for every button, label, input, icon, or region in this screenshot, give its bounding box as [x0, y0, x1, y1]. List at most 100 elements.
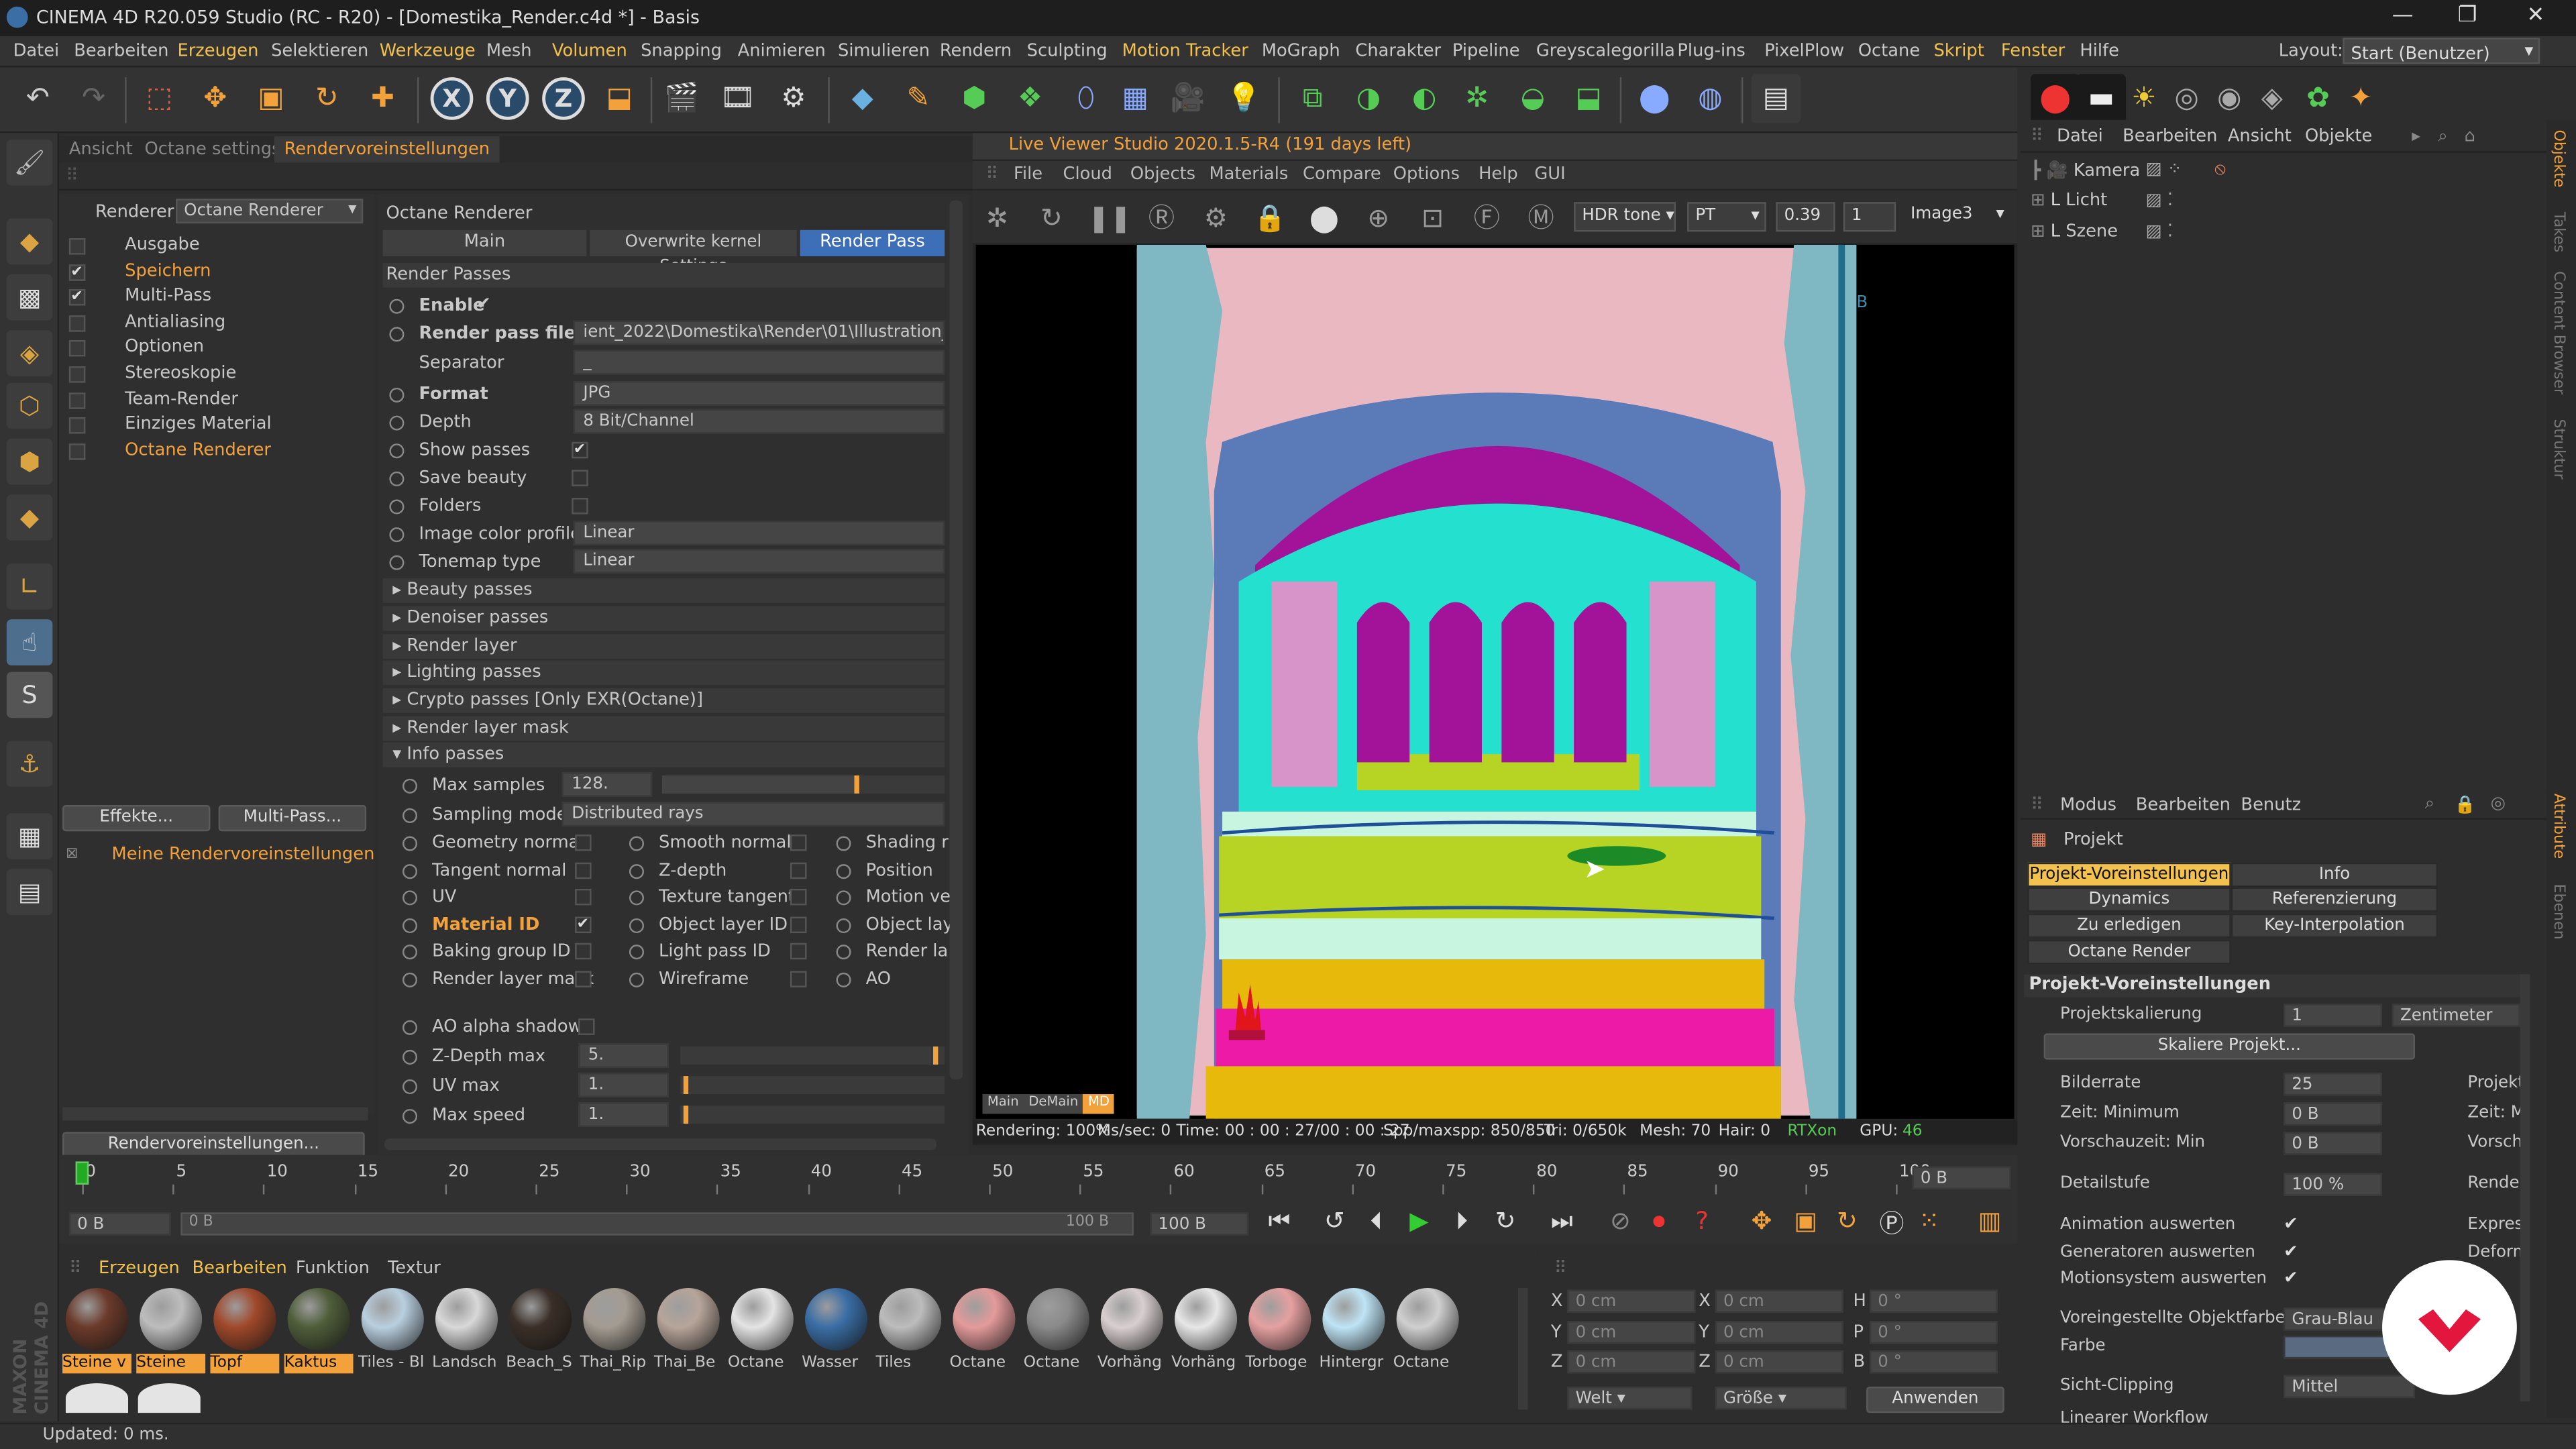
menu-hilfe[interactable]: Hilfe: [2080, 41, 2119, 60]
settings-gear-icon[interactable]: ⚙: [1197, 201, 1234, 237]
model-mode-icon[interactable]: ◆: [6, 218, 53, 265]
menu-selektieren[interactable]: Selektieren: [271, 41, 368, 60]
animate-dot-icon[interactable]: [629, 890, 645, 906]
group-info-passes[interactable]: ▾ Info passes: [382, 742, 945, 767]
menu-erzeugen[interactable]: Erzeugen: [177, 41, 258, 60]
depth-select[interactable]: 8 Bit/Channel: [573, 409, 945, 434]
tree-item[interactable]: Stereoskopie: [59, 363, 371, 388]
material-item[interactable]: Thai_Rip: [580, 1288, 649, 1387]
restart-render-icon[interactable]: ↻: [1033, 201, 1069, 237]
animate-dot-icon[interactable]: [389, 299, 405, 314]
material-item[interactable]: Vorhäng: [1097, 1288, 1167, 1387]
tree-item[interactable]: Einziges Material: [59, 415, 371, 439]
redo-icon[interactable]: ↷: [69, 74, 118, 123]
material-item[interactable]: Topf: [210, 1288, 280, 1387]
attr-menu-benutz[interactable]: Benutz: [2241, 795, 2301, 814]
octane-sun-icon[interactable]: ☀: [2119, 74, 2168, 123]
autokey-icon[interactable]: ⏺: [1653, 1206, 1665, 1236]
mograph-fracture-icon[interactable]: ◑: [1344, 74, 1393, 123]
coord-field[interactable]: 0 cm: [1567, 1350, 1696, 1374]
mograph-cloner-icon[interactable]: ⧉: [1288, 74, 1337, 123]
image-color-profile-select[interactable]: Linear: [573, 521, 945, 546]
material-thumb-extra[interactable]: [138, 1383, 201, 1413]
pass-option-checkbox[interactable]: ✔: [575, 916, 592, 933]
tree-item[interactable]: Antialiasing: [59, 312, 371, 337]
attr-checkbox[interactable]: ✔: [2284, 1214, 2298, 1234]
pass-option-checkbox[interactable]: [790, 861, 807, 879]
dock-tab-struktur[interactable]: Struktur: [2550, 419, 2566, 479]
obj-menu-ansicht[interactable]: Ansicht: [2228, 127, 2292, 146]
workplane-grid-icon[interactable]: ▦: [6, 813, 53, 859]
protection-tag-icon[interactable]: ⦸: [2214, 160, 2226, 181]
target-icon[interactable]: ◎: [2491, 794, 2506, 813]
tree-item[interactable]: Ausgabe: [59, 235, 371, 260]
menu-octane[interactable]: Octane: [1858, 41, 1920, 60]
obj-menu-objekte[interactable]: Objekte: [2305, 127, 2372, 146]
pass-option-checkbox[interactable]: [790, 971, 807, 987]
obj-menu-bearbeiten[interactable]: Bearbeiten: [2123, 127, 2217, 146]
settings-scrollbar[interactable]: [949, 200, 963, 1079]
dock-tab-attribute[interactable]: Attribute: [2550, 794, 2566, 859]
menu-greyscalegorilla[interactable]: Greyscalegorilla: [1536, 41, 1675, 60]
axis-mode-icon[interactable]: ∟: [6, 564, 53, 610]
animate-dot-icon[interactable]: [402, 1020, 418, 1035]
material-item[interactable]: Landsch: [432, 1288, 501, 1387]
goto-start-icon[interactable]: ⏮: [1269, 1206, 1291, 1236]
animate-dot-icon[interactable]: [836, 972, 851, 987]
y-axis-lock-icon[interactable]: Y: [486, 77, 529, 120]
edit-render-settings-icon[interactable]: ⚙: [769, 74, 818, 123]
volume-mesher-icon[interactable]: ◍: [1686, 74, 1735, 123]
material-scrollbar[interactable]: [1517, 1288, 1528, 1410]
mat-menu-bearbeiten[interactable]: Bearbeiten: [193, 1258, 287, 1278]
volume-builder-icon[interactable]: ⬤: [1629, 74, 1678, 123]
menu-volumen[interactable]: Volumen: [552, 41, 627, 60]
octane-settings-icon[interactable]: ▬: [2076, 74, 2127, 123]
animate-dot-icon[interactable]: [389, 327, 405, 342]
visibility-icon[interactable]: ▨ ⁚: [2145, 222, 2173, 241]
viewer-menu-cloud[interactable]: Cloud: [1063, 164, 1112, 184]
tab-render-pass[interactable]: Render Pass: [800, 229, 945, 257]
octane-material-icon[interactable]: ◉: [2205, 74, 2254, 123]
key-grid-icon[interactable]: ⁙: [1919, 1206, 1939, 1236]
pick-material-icon[interactable]: ⊡: [1415, 201, 1451, 237]
animate-dot-icon[interactable]: [402, 778, 418, 794]
visibility-icon[interactable]: ▨ ⁘: [2145, 160, 2182, 179]
tab-info[interactable]: Info: [2231, 862, 2438, 888]
coord-field[interactable]: 0 cm: [1715, 1350, 1843, 1374]
pass-option-checkbox[interactable]: [790, 943, 807, 961]
sampling-mode-select[interactable]: Distributed rays: [561, 802, 945, 826]
expand-icon[interactable]: ⊞: [2031, 222, 2045, 241]
max-speed-slider[interactable]: [680, 1106, 945, 1124]
attr-row-field[interactable]: 100 %: [2284, 1173, 2383, 1196]
film-region-icon[interactable]: Ⓕ: [1468, 201, 1505, 237]
live-selection-icon[interactable]: ⬚: [135, 74, 184, 123]
mat-menu-textur[interactable]: Textur: [388, 1258, 441, 1278]
group-beauty-passes[interactable]: ▸ Beauty passes: [382, 578, 945, 603]
value1-stepper[interactable]: 0.39: [1776, 202, 1835, 232]
pause-icon[interactable]: ❚❚: [1087, 201, 1132, 237]
animate-dot-icon[interactable]: [402, 972, 418, 987]
tweak-mode-icon[interactable]: ☝: [6, 619, 53, 665]
minimize-icon[interactable]: —: [2392, 3, 2414, 28]
tab-overwrite-kernel[interactable]: Overwrite kernel Settings: [590, 229, 797, 276]
animate-dot-icon[interactable]: [389, 387, 405, 403]
menu-animieren[interactable]: Animieren: [738, 41, 826, 60]
prev-frame-icon[interactable]: ⏴: [1370, 1206, 1382, 1236]
viewer-menu-help[interactable]: Help: [1479, 164, 1518, 184]
animate-dot-icon[interactable]: [402, 836, 418, 851]
subdivision-icon[interactable]: ⬢: [950, 74, 999, 123]
light-icon[interactable]: 💡: [1219, 74, 1268, 123]
animate-dot-icon[interactable]: [402, 1079, 418, 1095]
play-icon[interactable]: ▶: [1409, 1206, 1428, 1236]
close-icon[interactable]: ✕: [2527, 3, 2545, 28]
region-render-icon[interactable]: Ⓡ: [1144, 201, 1180, 237]
group-render-layer[interactable]: ▸ Render layer: [382, 634, 945, 659]
animate-dot-icon[interactable]: [629, 863, 645, 879]
attr-scrollbar[interactable]: [2520, 974, 2530, 1401]
menu-snapping[interactable]: Snapping: [641, 41, 722, 60]
array-icon[interactable]: ❖: [1006, 74, 1055, 123]
key-scale-icon[interactable]: ▣: [1794, 1206, 1817, 1236]
lock-icon[interactable]: 🔒: [1252, 201, 1288, 237]
tab-referenzierung[interactable]: Referenzierung: [2231, 887, 2438, 912]
dock-tab-takes[interactable]: Takes: [2550, 212, 2566, 252]
